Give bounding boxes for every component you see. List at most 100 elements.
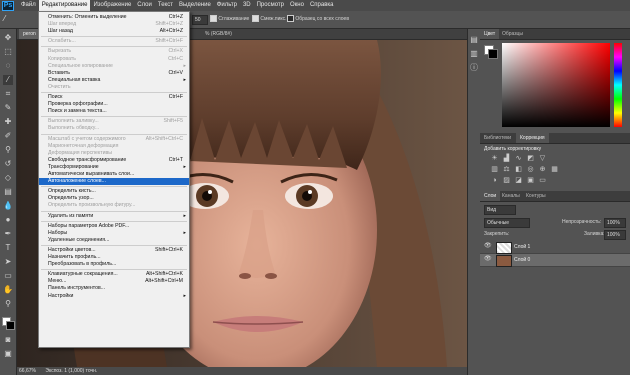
color-bg-swatch[interactable] (488, 49, 498, 59)
blur-tool-icon[interactable]: 💧 (3, 201, 13, 211)
edit-menu-item[interactable]: Специальная вставка ▸ (39, 77, 189, 84)
dodge-tool-icon[interactable]: ● (3, 215, 13, 225)
edit-menu-item[interactable]: Свободное трансформирование Ctrl+T (39, 157, 189, 164)
history-panel-icon[interactable]: ▤ (469, 35, 479, 45)
all-layers-checkbox[interactable] (287, 15, 294, 23)
menu-layers[interactable]: Слои (134, 0, 155, 11)
edit-menu-item[interactable]: Панель инструментов... (39, 285, 189, 292)
layer-filter-select[interactable]: Вид (484, 205, 516, 215)
edit-menu-item[interactable]: Назначить профиль... (39, 254, 189, 261)
background-color-swatch[interactable] (6, 321, 15, 330)
quick-mask-icon[interactable]: ◙ (3, 335, 13, 345)
posterize-icon[interactable]: ▨ (502, 176, 511, 185)
photo-filter-icon[interactable]: ◎ (526, 165, 535, 174)
eraser-tool-icon[interactable]: ◇ (3, 173, 13, 183)
menu-window[interactable]: Окно (287, 0, 307, 11)
zoom-level[interactable]: 66,67% (19, 368, 36, 374)
contiguous-checkbox[interactable] (252, 15, 259, 23)
visibility-eye-icon[interactable]: 👁 (484, 256, 492, 263)
crop-tool-icon[interactable]: ⌗ (3, 89, 13, 99)
color-lookup-icon[interactable]: ▦ (550, 165, 559, 174)
eyedropper-tool-icon[interactable]: ✎ (3, 103, 13, 113)
opacity-field[interactable]: 100% (604, 218, 626, 228)
menu-select[interactable]: Выделение (176, 0, 214, 11)
marquee-tool-icon[interactable]: ⬚ (3, 47, 13, 57)
edit-menu-item[interactable]: Проверка орфографии... (39, 101, 189, 108)
path-select-icon[interactable]: ➤ (3, 257, 13, 267)
menu-filter[interactable]: Фильтр (214, 0, 240, 11)
edit-menu-item[interactable]: Определить кисть... (39, 188, 189, 195)
edit-menu-item[interactable]: Вставить Ctrl+V (39, 70, 189, 77)
threshold-icon[interactable]: ◪ (514, 176, 523, 185)
edit-menu-item[interactable]: Трансформирование ▸ (39, 164, 189, 171)
edit-menu-item[interactable]: Наборы ▸ (39, 230, 189, 237)
visibility-eye-icon[interactable]: 👁 (484, 243, 492, 250)
tab-swatches[interactable]: Образцы (498, 29, 527, 39)
exposure-icon[interactable]: ◩ (526, 154, 535, 163)
magic-wand-icon[interactable]: ⁄ (4, 14, 5, 23)
layer-row-1[interactable]: 👁 Слой 1 (480, 241, 630, 254)
vibrance-icon[interactable]: ▽ (538, 154, 547, 163)
menu-edit[interactable]: Редактирование (38, 0, 91, 11)
move-tool-icon[interactable]: ✥ (3, 33, 13, 43)
black-white-icon[interactable]: ◧ (514, 165, 523, 174)
edit-menu-item[interactable]: Поиск Ctrl+F (39, 94, 189, 101)
edit-menu-item[interactable]: Меню... Alt+Shift+Ctrl+M (39, 278, 189, 285)
magic-wand-tool-icon[interactable]: ⁄ (3, 75, 13, 85)
levels-icon[interactable]: ▟ (502, 154, 511, 163)
menu-image[interactable]: Изображение (90, 0, 134, 11)
antialias-option[interactable]: Сглаживание (210, 15, 249, 23)
antialias-checkbox[interactable] (210, 15, 217, 23)
invert-icon[interactable]: ◑ (490, 176, 499, 185)
menu-text[interactable]: Текст (155, 0, 176, 11)
fill-field[interactable]: 100% (604, 230, 626, 240)
edit-menu-item[interactable]: Наборы параметров Adobe PDF... (39, 223, 189, 230)
info-panel-icon[interactable]: ⓘ (469, 63, 479, 73)
contiguous-option[interactable]: Смеж.пикс. (252, 15, 287, 23)
edit-menu-item[interactable]: Автоналожение слоев... (39, 178, 189, 186)
menu-view[interactable]: Просмотр (254, 0, 287, 11)
tolerance-field[interactable]: 50 (192, 15, 208, 25)
layer-row-0[interactable]: 👁 Слой 0 (480, 254, 630, 267)
pen-tool-icon[interactable]: ✒ (3, 229, 13, 239)
hand-tool-icon[interactable]: ✋ (3, 285, 13, 295)
tab-corrections[interactable]: Коррекция (516, 133, 549, 143)
edit-menu-item[interactable]: Удаленные соединения... (39, 237, 189, 244)
hue-saturation-icon[interactable]: ▥ (490, 165, 499, 174)
type-tool-icon[interactable]: T (3, 243, 13, 253)
selective-color-icon[interactable]: ▣ (526, 176, 535, 185)
all-layers-option[interactable]: Образец со всех слоев (287, 15, 349, 23)
edit-menu-item[interactable]: Шаг назад Alt+Ctrl+Z (39, 28, 189, 35)
tab-channels[interactable]: Каналы (498, 191, 524, 201)
edit-menu-item[interactable]: Определить узор... (39, 195, 189, 202)
blend-mode-select[interactable]: Обычные (484, 218, 530, 228)
edit-menu-item[interactable]: Настройки цветов... Shift+Ctrl+K (39, 247, 189, 254)
document-tab[interactable]: peron (19, 29, 40, 39)
edit-menu-item[interactable]: Настройки ▸ (39, 293, 189, 300)
edit-menu-item[interactable]: Преобразовать в профиль... (39, 261, 189, 268)
edit-menu-item[interactable]: Поиск и замена текста... (39, 108, 189, 115)
color-balance-icon[interactable]: ⚖ (502, 165, 511, 174)
history-brush-icon[interactable]: ↺ (3, 159, 13, 169)
hue-slider[interactable] (614, 43, 622, 127)
menu-file[interactable]: Файл (18, 0, 39, 11)
channel-mixer-icon[interactable]: ⊕ (538, 165, 547, 174)
gradient-tool-icon[interactable]: ▤ (3, 187, 13, 197)
tab-libraries[interactable]: Библиотеки (480, 133, 515, 143)
menu-help[interactable]: Справка (307, 0, 337, 11)
gradient-map-icon[interactable]: ▭ (538, 176, 547, 185)
stamp-tool-icon[interactable]: ⚲ (3, 145, 13, 155)
zoom-tool-icon[interactable]: ⚲ (3, 299, 13, 309)
edit-menu-item[interactable]: Автоматически выравнивать слои... (39, 171, 189, 178)
brightness-icon[interactable]: ☀ (490, 154, 499, 163)
screen-mode-icon[interactable]: ▣ (3, 349, 13, 359)
healing-tool-icon[interactable]: ✚ (3, 117, 13, 127)
brush-tool-icon[interactable]: ✐ (3, 131, 13, 141)
tab-paths[interactable]: Контуры (522, 191, 550, 201)
menu-3d[interactable]: 3D (240, 0, 254, 11)
color-picker-field[interactable] (502, 43, 610, 127)
edit-menu-item[interactable]: Удалить из памяти ▸ (39, 213, 189, 220)
lasso-tool-icon[interactable]: ◌ (3, 61, 13, 71)
shape-tool-icon[interactable]: ▭ (3, 271, 13, 281)
properties-panel-icon[interactable]: ▥ (469, 49, 479, 59)
